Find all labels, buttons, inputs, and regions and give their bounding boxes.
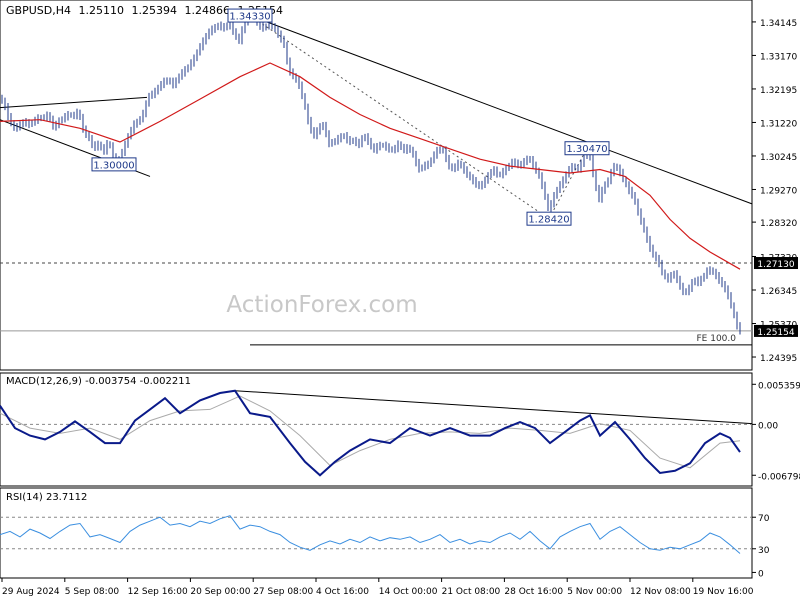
macd-tick-label: -0.006798 — [758, 472, 800, 482]
price-marker-label: 1.34330 — [229, 12, 270, 23]
price-marker-label: 1.30000 — [93, 160, 134, 171]
price-tick-label: 1.26345 — [760, 287, 797, 297]
ohlc-open: 1.25110 — [78, 4, 124, 17]
level-price-label: 1.27130 — [757, 260, 794, 270]
price-marker-label: 1.30470 — [566, 144, 607, 155]
macd-panel-frame — [0, 372, 753, 487]
time-tick-label: 14 Oct 00:00 — [379, 587, 438, 597]
rsi-tick-label: 0 — [758, 569, 764, 579]
time-tick-label: 20 Sep 00:00 — [190, 587, 250, 597]
fe-label: FE 100.0 — [697, 334, 737, 344]
symbol-label: GBPUSD,H4 — [6, 4, 71, 17]
time-tick-label: 19 Nov 16:00 — [693, 587, 754, 597]
time-tick-label: 12 Nov 08:00 — [630, 587, 691, 597]
price-tick-label: 1.28320 — [760, 219, 797, 229]
time-tick-label: 27 Sep 08:00 — [253, 587, 313, 597]
watermark: ActionForex.com — [226, 292, 417, 318]
time-tick-label: 12 Sep 16:00 — [128, 587, 188, 597]
time-tick-label: 28 Oct 16:00 — [504, 587, 563, 597]
price-tick-label: 1.24395 — [760, 354, 797, 364]
price-tick-label: 1.30245 — [760, 153, 797, 163]
time-tick-label: 21 Oct 08:00 — [442, 587, 501, 597]
rsi-tick-label: 30 — [758, 546, 770, 556]
price-marker-label: 1.28420 — [528, 215, 569, 226]
time-tick-label: 4 Oct 16:00 — [316, 587, 369, 597]
rsi-panel: RSI(14) 23.7112 70 30 0 — [0, 487, 770, 579]
price-tick-label: 1.31220 — [760, 119, 797, 129]
macd-tick-label: 0.005359 — [758, 381, 800, 391]
ohlc-high: 1.25394 — [131, 4, 177, 17]
chart-root: GBPUSD,H4 1.25110 1.25394 1.24866 1.2515… — [0, 0, 800, 597]
price-tick-label: 1.34145 — [760, 19, 797, 29]
macd-title: MACD(12,26,9) -0.003754 -0.002211 — [6, 376, 191, 387]
macd-tick-label: 0.00 — [758, 421, 778, 431]
price-tick-label: 1.29270 — [760, 186, 797, 196]
time-tick-label: 5 Sep 08:00 — [65, 587, 120, 597]
ohlc-low: 1.24866 — [184, 4, 230, 17]
rsi-title: RSI(14) 23.7112 — [6, 492, 87, 503]
price-tick-label: 1.32195 — [760, 86, 797, 96]
macd-panel: MACD(12,26,9) -0.003754 -0.002211 0.0053… — [0, 372, 800, 487]
time-tick-label: 5 Nov 00:00 — [567, 587, 622, 597]
current-price-label: 1.25154 — [757, 328, 794, 338]
time-tick-label: 29 Aug 2024 — [2, 587, 60, 597]
price-tick-label: 1.33170 — [760, 52, 797, 62]
price-panel: GBPUSD,H4 1.25110 1.25394 1.24866 1.2515… — [0, 0, 798, 371]
rsi-tick-label: 70 — [758, 514, 770, 524]
rsi-panel-frame — [0, 487, 753, 579]
time-axis: 29 Aug 2024 5 Sep 08:00 12 Sep 16:00 20 Sep… — [0, 577, 754, 597]
